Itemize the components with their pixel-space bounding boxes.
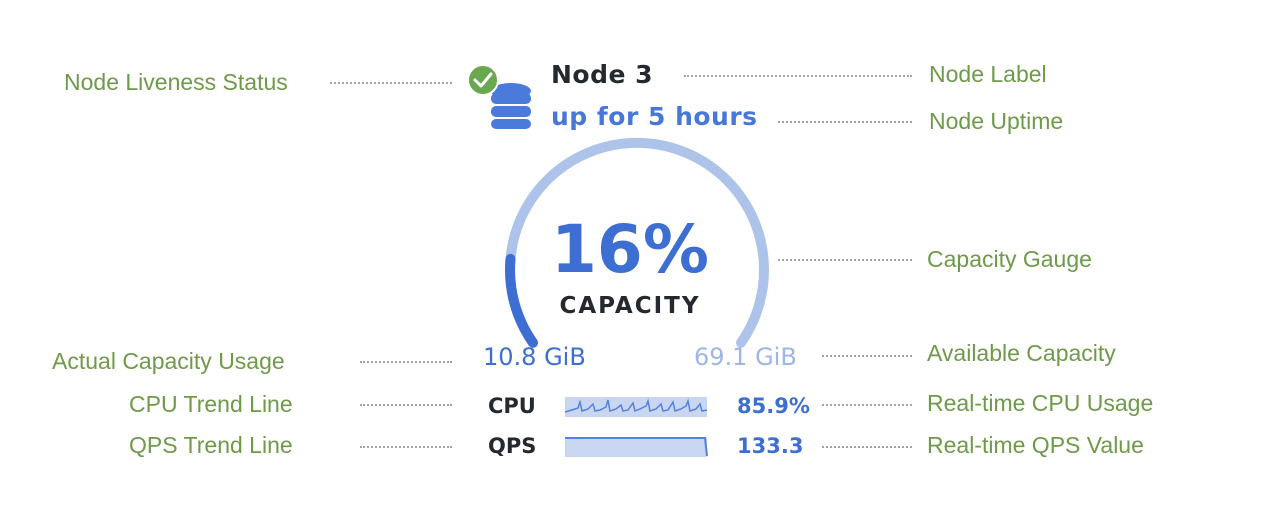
capacity-used-value: 10.8 GiB	[483, 343, 586, 371]
node-uptime: up for 5 hours	[551, 102, 758, 131]
qps-metric-value: 133.3	[737, 434, 804, 458]
qps-sparkline	[565, 437, 708, 457]
check-circle-icon	[467, 64, 499, 96]
qps-metric-name: QPS	[488, 434, 537, 458]
cpu-metric-name: CPU	[488, 394, 536, 418]
node-label: Node 3	[551, 60, 654, 89]
cpu-sparkline	[564, 397, 708, 417]
capacity-percent: 16%	[551, 211, 709, 288]
cpu-metric-value: 85.9%	[737, 394, 810, 418]
capacity-caption: CAPACITY	[559, 293, 701, 319]
database-icon	[491, 83, 531, 129]
capacity-available-value: 69.1 GiB	[694, 343, 797, 371]
